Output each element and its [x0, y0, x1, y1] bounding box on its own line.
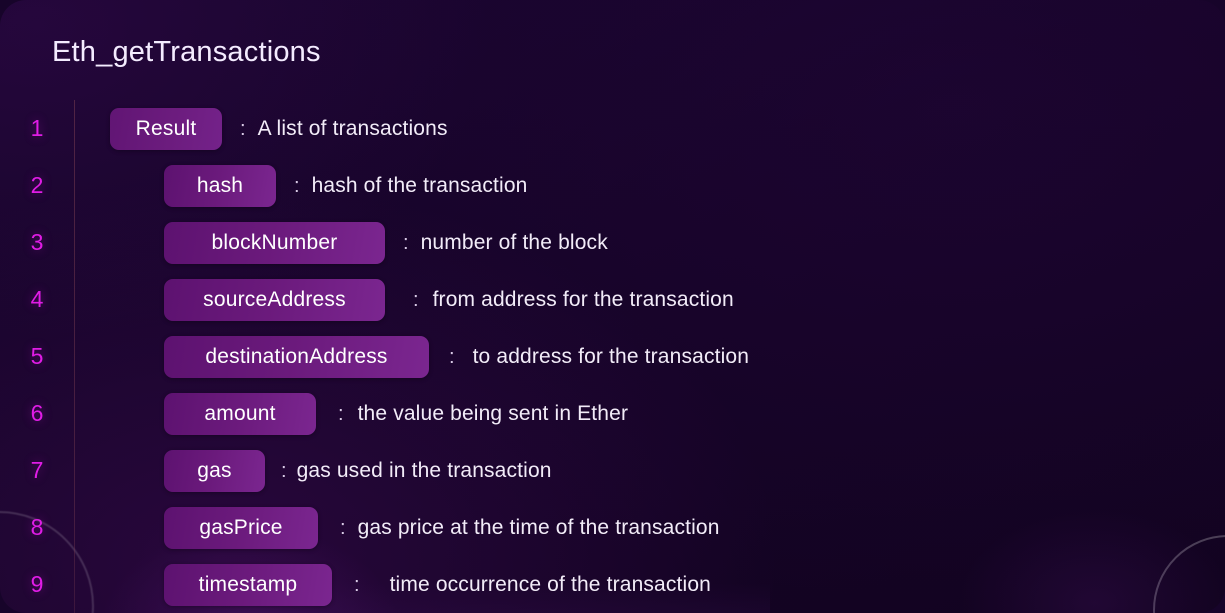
content-card: Eth_getTransactions 1 Result: A list of tr… [0, 0, 1225, 613]
field-row-body: Result: A list of transactions [74, 107, 1225, 150]
line-number: 5 [30, 343, 44, 369]
field-row-body: timestamp: time occurrence of the transac… [74, 563, 1225, 606]
key-value-separator: : [354, 573, 360, 596]
field-row: 2 hash: hash of the transaction [0, 157, 1225, 214]
field-row: 4 sourceAddress: from address for the tran… [0, 271, 1225, 328]
key-value-separator: : [338, 402, 344, 425]
field-row: 5 destinationAddress: to address for the t… [0, 328, 1225, 385]
field-row-body: gasPrice: gas price at the time of the tr… [74, 506, 1225, 549]
field-description: A list of transactions [257, 116, 448, 140]
key-value-separator: : [413, 288, 419, 311]
field-key-pill[interactable]: amount [164, 392, 316, 435]
field-description: hash of the transaction [311, 173, 528, 197]
line-number: 8 [30, 514, 44, 540]
field-key-pill[interactable]: timestamp [164, 563, 332, 606]
page-title: Eth_getTransactions [52, 36, 321, 68]
line-number: 2 [30, 172, 44, 198]
line-number: 4 [30, 286, 44, 312]
field-description: gas price at the time of the transaction [357, 515, 720, 539]
field-list: 1 Result: A list of transactions 2 hash: hash… [0, 100, 1225, 613]
field-description: gas used in the transaction [296, 458, 552, 482]
line-number: 6 [30, 400, 44, 426]
field-row-body: amount: the value being sent in Ether [74, 392, 1225, 435]
key-value-separator: : [340, 516, 346, 539]
field-key-pill[interactable]: gasPrice [164, 506, 318, 549]
line-number: 9 [30, 571, 44, 597]
field-row: 7 gas: gas used in the transaction [0, 442, 1225, 499]
field-row: 1 Result: A list of transactions [0, 100, 1225, 157]
line-number: 7 [30, 457, 44, 483]
key-value-separator: : [240, 117, 246, 140]
screenshot-stage: Eth_getTransactions 1 Result: A list of tr… [0, 0, 1225, 613]
field-key-pill[interactable]: sourceAddress [164, 278, 385, 321]
field-key-pill[interactable]: Result [110, 107, 222, 150]
field-description: from address for the transaction [432, 287, 734, 311]
field-key-pill[interactable]: hash [164, 164, 276, 207]
key-value-separator: : [281, 459, 287, 482]
key-value-separator: : [403, 231, 409, 254]
field-row: 9 timestamp: time occurrence of the transa… [0, 556, 1225, 613]
field-row-body: destinationAddress: to address for the tr… [74, 335, 1225, 378]
field-key-pill[interactable]: blockNumber [164, 221, 385, 264]
field-description: time occurrence of the transaction [389, 572, 711, 596]
field-row-body: blockNumber: number of the block [74, 221, 1225, 264]
line-number: 3 [30, 229, 44, 255]
field-row-body: gas: gas used in the transaction [74, 449, 1225, 492]
field-description: to address for the transaction [472, 344, 750, 368]
field-row: 8 gasPrice: gas price at the time of the t… [0, 499, 1225, 556]
field-key-pill[interactable]: destinationAddress [164, 335, 429, 378]
key-value-separator: : [294, 174, 300, 197]
field-description: the value being sent in Ether [357, 401, 629, 425]
field-row: 6 amount: the value being sent in Ether [0, 385, 1225, 442]
field-row: 3 blockNumber: number of the block [0, 214, 1225, 271]
field-row-body: hash: hash of the transaction [74, 164, 1225, 207]
key-value-separator: : [449, 345, 455, 368]
field-row-body: sourceAddress: from address for the trans… [74, 278, 1225, 321]
field-description: number of the block [420, 230, 608, 254]
field-key-pill[interactable]: gas [164, 449, 265, 492]
line-number: 1 [30, 115, 44, 141]
